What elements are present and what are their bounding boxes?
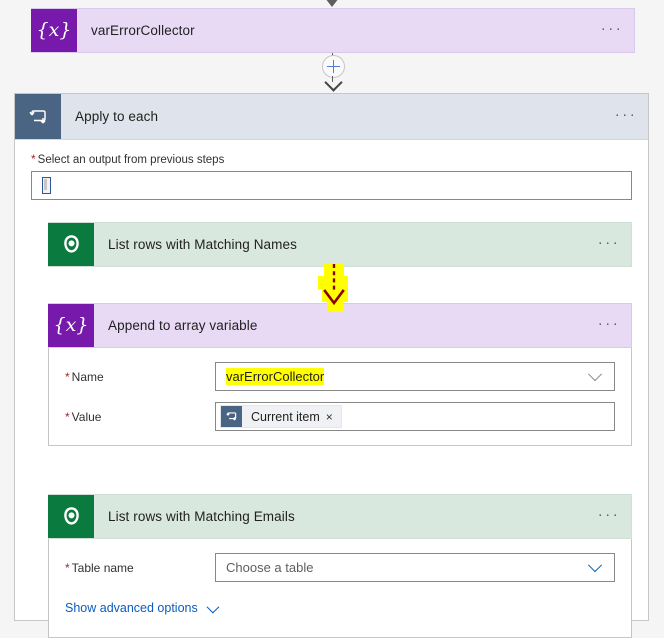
apply-to-each-container: Apply to each ··· * Select an output fro… <box>14 93 649 638</box>
apply-to-each-header[interactable]: Apply to each ··· <box>15 94 648 140</box>
field-label-text: Value <box>71 409 102 424</box>
field-row-name: * Name varErrorCollector <box>65 362 615 391</box>
show-advanced-options-link[interactable]: Show advanced options <box>65 600 220 615</box>
value-token-input[interactable]: Current item × <box>215 402 615 431</box>
select-output-input[interactable] <box>31 171 632 200</box>
card-list-rows-matching-names[interactable]: List rows with Matching Names ··· <box>48 222 632 267</box>
field-row-table-name: * Table name Choose a table <box>65 553 615 582</box>
value-label: * Value <box>65 410 215 424</box>
show-advanced-options-label: Show advanced options <box>65 601 198 615</box>
card-title: List rows with Matching Names <box>108 237 297 252</box>
list-rows-emails-fields: * Table name Choose a table Show advance… <box>48 539 632 638</box>
variable-braces-icon: {x} <box>31 9 77 52</box>
token-current-item[interactable]: Current item × <box>220 405 342 428</box>
variable-braces-icon: {x} <box>48 304 94 347</box>
required-marker: * <box>31 152 36 166</box>
dataverse-icon <box>48 495 94 538</box>
card-menu-button[interactable]: ··· <box>587 223 631 266</box>
name-label: * Name <box>65 370 215 384</box>
dataverse-icon <box>48 223 94 266</box>
apply-to-each-body: * Select an output from previous steps L… <box>15 140 648 638</box>
card-title: List rows with Matching Emails <box>108 509 295 524</box>
field-label-text: Table name <box>71 560 134 575</box>
token-placeholder-icon <box>42 177 51 194</box>
field-label-text: Select an output from previous steps <box>37 154 225 166</box>
field-row-value: * Value Current item × <box>65 402 615 431</box>
token-label: Current item <box>251 409 320 424</box>
card-menu-button[interactable]: ··· <box>590 9 634 52</box>
table-name-value: Choose a table <box>226 560 314 575</box>
chevron-down-icon <box>206 600 220 613</box>
card-menu-button[interactable]: ··· <box>604 94 648 139</box>
required-marker: * <box>65 560 70 575</box>
name-dropdown[interactable]: varErrorCollector <box>215 362 615 391</box>
card-var-error-collector[interactable]: {x} varErrorCollector ··· <box>31 8 635 53</box>
table-name-dropdown[interactable]: Choose a table <box>215 553 615 582</box>
card-list-rows-matching-emails[interactable]: List rows with Matching Emails ··· <box>48 494 632 539</box>
select-output-label: * Select an output from previous steps <box>31 153 632 166</box>
chevron-down-icon <box>587 366 603 381</box>
card-title: Apply to each <box>75 109 159 124</box>
annotation-arrow-down <box>323 264 345 306</box>
required-marker: * <box>65 369 70 384</box>
chevron-down-icon <box>587 557 603 572</box>
name-value: varErrorCollector <box>226 368 325 385</box>
close-icon[interactable]: × <box>326 410 341 424</box>
card-title: varErrorCollector <box>91 23 195 38</box>
loop-icon <box>15 94 61 139</box>
connector-arrow-top <box>325 0 339 7</box>
table-name-label: * Table name <box>65 561 215 575</box>
card-menu-button[interactable]: ··· <box>587 304 631 347</box>
required-marker: * <box>65 409 70 424</box>
card-menu-button[interactable]: ··· <box>587 495 631 538</box>
loop-icon <box>221 406 242 427</box>
append-to-array-fields: * Name varErrorCollector * Value Current… <box>48 348 632 446</box>
field-label-text: Name <box>71 369 104 384</box>
